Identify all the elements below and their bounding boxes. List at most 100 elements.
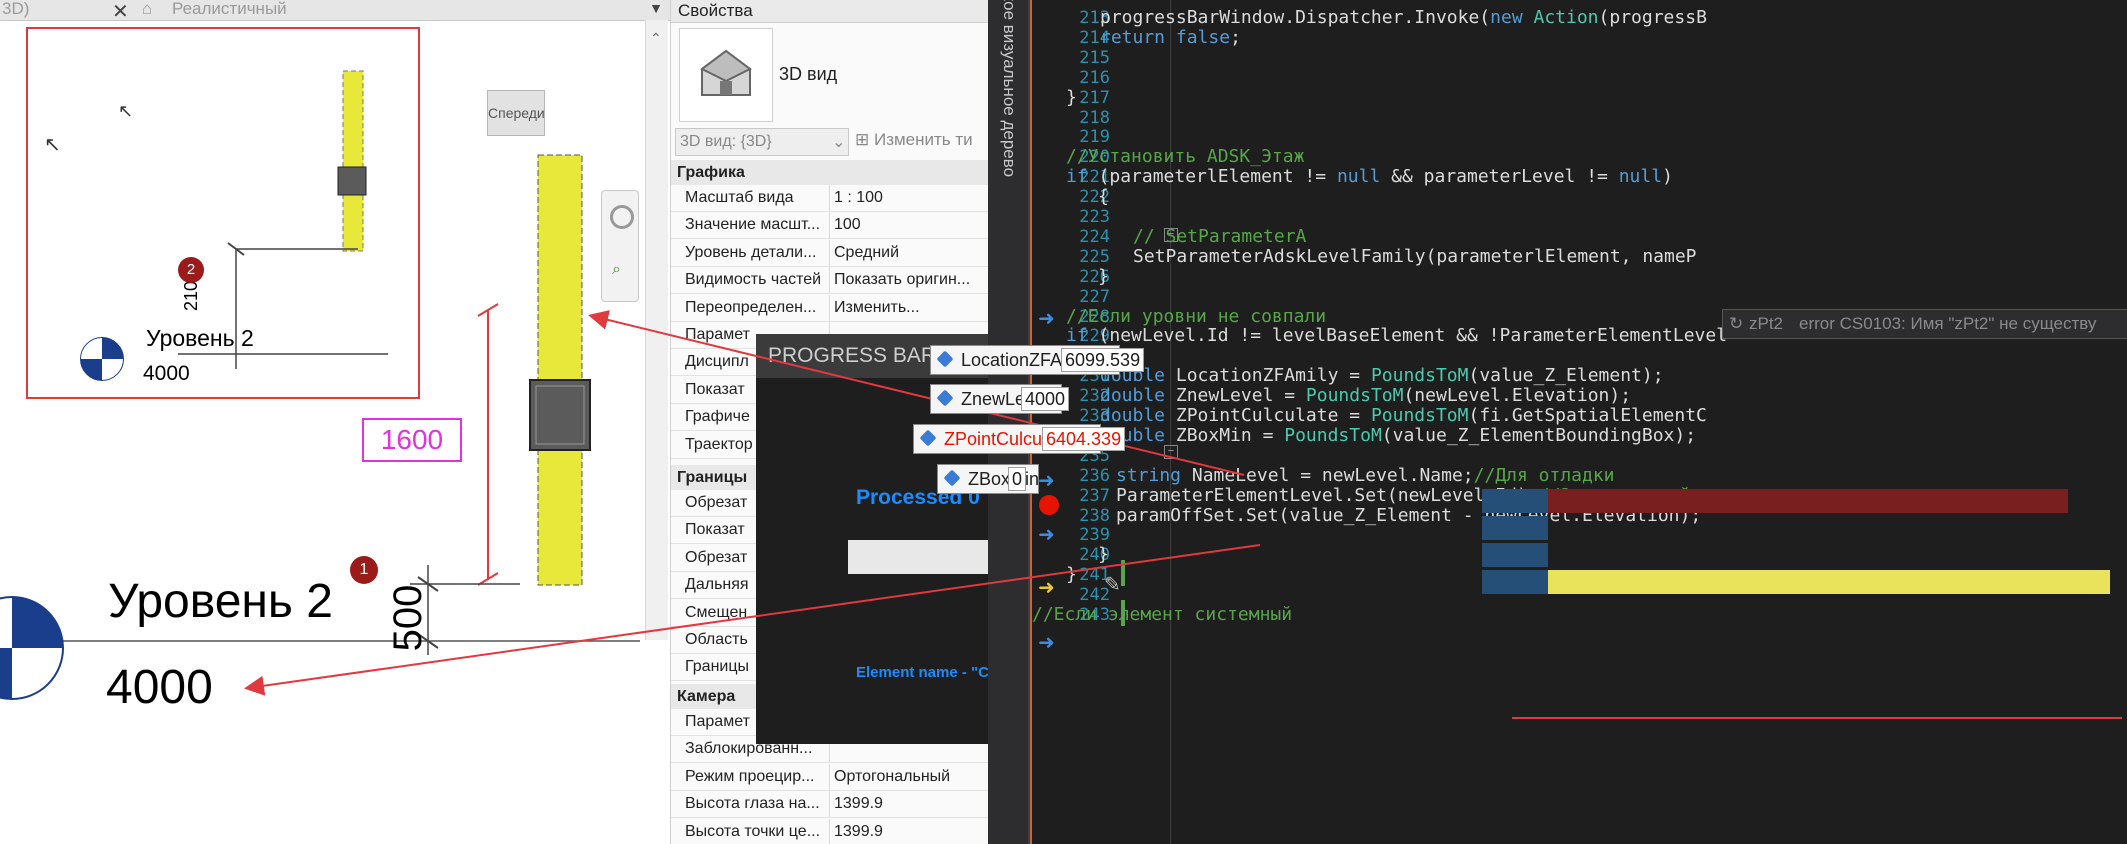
code-line[interactable]: if (parameterlElement != null && paramet…	[1066, 166, 1673, 187]
property-row[interactable]: Видимость частей Показать оригин...	[671, 267, 989, 295]
code-line[interactable]: double ZPointCulculate = PoundsToM(fi.Ge…	[1100, 405, 1707, 426]
property-value: Ортогональный	[834, 767, 951, 785]
line-number: 239	[1079, 525, 1110, 546]
editor-left-border	[1030, 0, 1032, 844]
level-label: Уровень 2	[108, 575, 333, 628]
highlight-line-234	[1548, 570, 2110, 594]
property-separator	[829, 294, 830, 321]
error-var: zPt2	[1749, 314, 1784, 333]
datatip[interactable]: ZPointCulculate 6404.339	[913, 424, 1126, 454]
live-visual-tree-tab[interactable]: ское визуальное дерево	[988, 0, 1030, 844]
datatip-value[interactable]: 0	[1008, 467, 1027, 491]
code-line[interactable]: // SetParameterA	[1133, 226, 1306, 247]
datatip[interactable]: ZBoxMin 0	[937, 464, 1039, 494]
type-name: 3D вид	[779, 64, 838, 84]
property-value: 1399.9	[834, 795, 883, 813]
line-number: 217	[1079, 87, 1110, 108]
dim-500-label: 500	[386, 584, 430, 652]
code-line[interactable]: double LocationZFAmily = PoundsToM(value…	[1100, 365, 1664, 386]
code-line[interactable]: SetParameterAdskLevelFamily(parameterlEl…	[1133, 246, 1697, 267]
pin-icon[interactable]: ✎	[1104, 572, 1121, 597]
edit-type-icon: ⊞	[855, 130, 874, 149]
breakpoint-icon[interactable]	[1039, 495, 1059, 515]
refresh-icon[interactable]: ↻	[1729, 314, 1743, 334]
properties-header: Свойства	[671, 0, 989, 23]
elevation-label: 4000	[106, 661, 213, 714]
section-extents-label: Границы	[677, 469, 748, 486]
collapse-icon-229[interactable]: −	[1164, 445, 1178, 459]
code-line[interactable]: return false;	[1100, 27, 1241, 48]
type-image	[679, 28, 773, 122]
line-number: 219	[1079, 127, 1110, 148]
element-yellow	[537, 154, 583, 586]
bookmark-arrow-icon-232[interactable]: ➜	[1038, 522, 1055, 547]
current-statement-arrow-icon[interactable]: ➜	[1038, 575, 1055, 600]
bookmark-arrow-icon-230[interactable]: ➜	[1038, 468, 1055, 493]
code-line[interactable]: }	[1098, 544, 1109, 565]
live-visual-tree-label: ское визуальное дерево	[1000, 0, 1019, 178]
section-graphics-label: Графика	[677, 164, 745, 181]
code-line[interactable]: }	[1066, 87, 1077, 108]
revit-scrollbar[interactable]: ⌃	[645, 20, 668, 640]
code-line[interactable]: double ZnewLevel = PoundsToM(newLevel.El…	[1100, 385, 1631, 406]
datatip[interactable]: ZnewLevel 4000	[930, 384, 1070, 414]
datatip-value[interactable]: 4000	[1021, 387, 1070, 411]
scroll-up-icon[interactable]: ⌃	[650, 30, 662, 47]
properties-title: Свойства	[678, 1, 753, 20]
bookmark-arrow-icon-236[interactable]: ➜	[1038, 630, 1055, 655]
code-editor[interactable]: ское визуальное дерево − − 213 214 215 216 2…	[988, 0, 2127, 844]
progress-bar-track	[848, 540, 992, 574]
field-icon	[919, 429, 937, 447]
highlight-double-231	[1482, 489, 1548, 513]
datatip-value[interactable]: 6404.339	[1042, 427, 1126, 451]
underline-238	[1512, 717, 2122, 719]
property-key: Значение масшт...	[685, 216, 821, 234]
highlight-double-233	[1482, 543, 1548, 567]
error-message: error CS0103: Имя "zPt2" не существу	[1799, 314, 2097, 333]
property-separator	[829, 212, 830, 239]
section-camera-label: Камера	[677, 688, 736, 705]
property-row[interactable]: Высота точки це... 1399.9	[671, 818, 989, 844]
property-value: Средний	[834, 243, 900, 261]
main-drawing	[0, 154, 640, 655]
code-line[interactable]: //Если элемент системный	[1032, 604, 1292, 625]
datatip-name: ZBoxMin	[968, 469, 1040, 489]
view-selector-dropdown[interactable]: 3D вид: {3D} ⌄	[675, 128, 849, 156]
property-value: Изменить...	[834, 298, 920, 316]
line-number: 241	[1079, 565, 1110, 586]
property-value: 100	[834, 216, 861, 234]
code-line[interactable]: string NameLevel = newLevel.Name;//Для о…	[1116, 465, 1615, 486]
revit-3d-view[interactable]: 3D) ✕ ⌂ Реалистичный 2100 2 Уровень 2 40…	[0, 0, 670, 844]
code-line[interactable]: double ZBoxMin = PoundsToM(value_Z_Eleme…	[1100, 425, 1696, 446]
property-row[interactable]: Уровень детали... Средний	[671, 239, 989, 267]
bookmark-arrow-icon-224[interactable]: ➜	[1038, 306, 1055, 331]
property-row[interactable]: Переопределен... Изменить...	[671, 294, 989, 322]
line-number: 227	[1079, 286, 1110, 307]
house-3d-icon	[700, 49, 752, 96]
section-graphics[interactable]: Графика	[671, 160, 989, 185]
field-icon	[936, 350, 954, 368]
code-line[interactable]: if (newLevel.Id != levelBaseElement && !…	[1066, 325, 1727, 346]
code-line[interactable]: progressBarWindow.Dispatcher.Invoke(new …	[1100, 7, 1707, 28]
property-row[interactable]: Режим проецир... Ортогональный	[671, 763, 989, 791]
property-key: Высота глаза на...	[685, 795, 820, 813]
badge-1: 1	[350, 556, 378, 584]
property-key: Переопределен...	[685, 298, 817, 316]
code-line[interactable]: //Если уровни не совпали	[1066, 306, 1326, 327]
highlight-double-234	[1482, 570, 1548, 594]
property-row[interactable]: Значение масшт... 100	[671, 212, 989, 240]
element-name-text: Element name - "C	[856, 664, 989, 681]
edit-type-button[interactable]: ⊞ Изменить ти	[855, 130, 973, 150]
datatip-value[interactable]: 6099.539	[1061, 348, 1145, 372]
property-separator	[829, 791, 830, 818]
property-row[interactable]: Масштаб вида 1 : 100	[671, 185, 989, 212]
code-line[interactable]: }	[1098, 266, 1109, 287]
line-number: 216	[1079, 67, 1110, 88]
property-row[interactable]: Высота глаза на... 1399.9	[671, 791, 989, 819]
code-line[interactable]: }	[1066, 564, 1077, 585]
tab-menu-icon[interactable]: ▼	[645, 0, 667, 20]
code-line[interactable]: //Установить ADSK_Этаж	[1066, 146, 1304, 167]
code-line[interactable]: {	[1098, 186, 1109, 207]
datatip[interactable]: LocationZFAmily 6099.539	[930, 345, 1145, 375]
error-tooltip: ↻ zPt2 error CS0103: Имя "zPt2" не сущес…	[1722, 309, 2127, 339]
